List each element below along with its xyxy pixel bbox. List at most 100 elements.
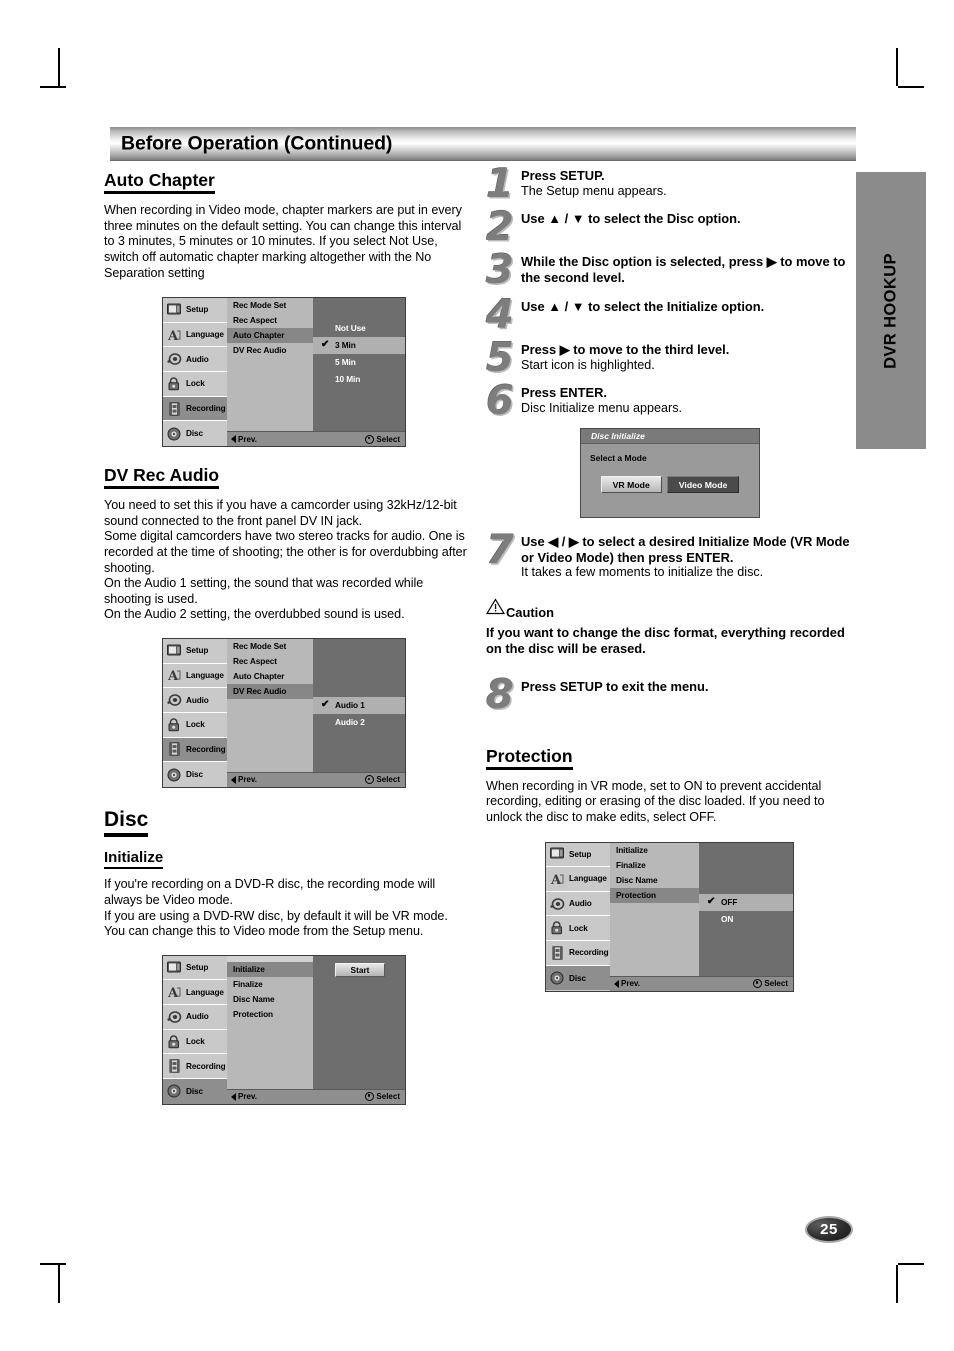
- osd-sidebar-item-lock[interactable]: Lock: [163, 372, 227, 397]
- osd-sidebar-item-lock[interactable]: Lock: [163, 713, 227, 738]
- speaker-icon: [167, 352, 182, 366]
- triangle-left-icon: [231, 435, 236, 444]
- osd-sidebar-item-disc[interactable]: Disc: [546, 965, 610, 991]
- start-button[interactable]: Start: [335, 962, 385, 977]
- osd-menu-item[interactable]: Auto Chapter: [227, 669, 313, 684]
- osd-sidebar-item-recording[interactable]: Recording: [546, 941, 610, 966]
- osd-sidebar-item-lock[interactable]: Lock: [163, 1030, 227, 1055]
- osd-sidebar-item-setup[interactable]: Setup: [163, 298, 227, 323]
- film-strip-icon: [167, 742, 182, 757]
- osd-menu-item[interactable]: Initialize: [610, 843, 699, 858]
- osd-sidebar-item-disc[interactable]: Disc: [163, 421, 227, 446]
- osd-sidebar-item-language[interactable]: A Language: [163, 664, 227, 689]
- osd-menu-item[interactable]: Rec Mode Set: [227, 639, 313, 654]
- section-tab-dvr-hookup: DVR HOOKUP: [856, 172, 926, 449]
- osd-sidebar-label: Language: [186, 330, 224, 340]
- osd-sidebar-item-audio[interactable]: Audio: [546, 892, 610, 917]
- osd-options-column: Start: [313, 955, 405, 1104]
- osd-option-selected[interactable]: ✔ OFF: [699, 893, 793, 911]
- osd-prev-hint[interactable]: Prev.: [231, 435, 257, 444]
- osd-menu-item[interactable]: Protection: [227, 1007, 313, 1022]
- protection-body: When recording in VR mode, set to ON to …: [486, 778, 825, 824]
- osd-option[interactable]: Not Use: [313, 320, 405, 337]
- osd-select-hint[interactable]: Select: [365, 775, 400, 785]
- osd-prev-hint[interactable]: Prev.: [231, 775, 257, 784]
- osd-sidebar-item-setup[interactable]: Setup: [546, 843, 610, 868]
- padlock-icon: [167, 718, 182, 732]
- osd-select-hint[interactable]: Select: [365, 1092, 400, 1102]
- osd-sidebar-item-recording[interactable]: Recording: [163, 737, 227, 763]
- osd-menu-item[interactable]: Disc Name: [610, 873, 699, 888]
- page-number-badge: 25: [805, 1216, 853, 1243]
- osd-option-label: Not Use: [335, 323, 366, 334]
- letter-a-icon: A: [167, 328, 182, 344]
- osd-screenshot-initialize: Setup A Language Audio Lock Recording Di…: [162, 954, 406, 1105]
- vr-mode-button[interactable]: VR Mode: [600, 476, 662, 493]
- osd-sidebar-item-language[interactable]: A Language: [546, 867, 610, 892]
- auto-chapter-heading: Auto Chapter: [104, 170, 215, 195]
- page-title: Before Operation (Continued): [121, 132, 393, 154]
- osd-sidebar-item-lock[interactable]: Lock: [546, 916, 610, 942]
- osd-sidebar-item-language[interactable]: A Language: [163, 323, 227, 348]
- osd-select-hint[interactable]: Select: [365, 434, 400, 444]
- osd-prev-hint[interactable]: Prev.: [614, 979, 640, 988]
- osd-menu-item-selected[interactable]: Auto Chapter: [227, 328, 313, 344]
- osd-footer: Prev. Select: [227, 431, 405, 447]
- osd-sidebar-label: Recording: [186, 404, 226, 414]
- osd-select-hint[interactable]: Select: [753, 979, 788, 988]
- numbered-steps-list: 1 Press SETUP. The Setup menu appears. 2…: [486, 164, 856, 421]
- osd-sidebar-label: Disc: [569, 973, 586, 983]
- osd-sidebar-item-recording[interactable]: Recording: [163, 1054, 227, 1080]
- osd-screenshot-dv-rec-audio: Setup A Language Audio Lock Recording Di…: [162, 637, 406, 788]
- osd-option-selected[interactable]: ✔ Audio 1: [313, 696, 405, 714]
- osd-menu-item-selected[interactable]: Protection: [610, 887, 699, 903]
- initialize-heading: Initialize: [104, 849, 164, 870]
- osd-sidebar-item-audio[interactable]: Audio: [163, 688, 227, 713]
- tv-icon: [550, 847, 565, 861]
- osd-sidebar-item-setup[interactable]: Setup: [163, 956, 227, 981]
- enter-circle-icon: [365, 434, 375, 444]
- osd-sidebar-label: Lock: [186, 379, 205, 389]
- osd-sidebar-item-disc[interactable]: Disc: [163, 762, 227, 787]
- osd-menu-item[interactable]: Finalize: [610, 858, 699, 873]
- osd-menu-item[interactable]: Disc Name: [227, 992, 313, 1007]
- step-bold-text: Press ENTER.: [521, 385, 607, 400]
- step-number: 8: [486, 671, 514, 718]
- osd-option[interactable]: 5 Min: [313, 354, 405, 371]
- step-number: 4: [486, 292, 514, 338]
- crop-mark-bottom-left-vertical: [58, 1265, 60, 1303]
- osd-sidebar-label: Recording: [569, 948, 609, 958]
- osd-option-selected[interactable]: ✔ 3 Min: [313, 337, 405, 355]
- osd-prev-hint[interactable]: Prev.: [231, 1092, 257, 1101]
- check-icon: ✔: [707, 895, 716, 907]
- osd-menu-item-selected[interactable]: DV Rec Audio: [227, 683, 313, 699]
- osd-sidebar-item-language[interactable]: A Language: [163, 980, 227, 1006]
- osd-option[interactable]: Audio 2: [313, 714, 405, 731]
- osd-sidebar-item-audio[interactable]: Audio: [163, 1005, 227, 1030]
- osd-sidebar-item-audio[interactable]: Audio: [163, 347, 227, 373]
- step-number: 7: [486, 527, 514, 573]
- step-number: 1: [486, 161, 514, 207]
- osd-menu-item[interactable]: Rec Aspect: [227, 313, 313, 328]
- auto-chapter-body: When recording in Video mode, chapter ma…: [104, 203, 462, 280]
- tv-icon: [167, 644, 182, 658]
- osd-menu-item[interactable]: Rec Aspect: [227, 654, 313, 669]
- osd-options-column: ✔ Audio 1 Audio 2: [313, 638, 405, 787]
- osd-menu-column: Initialize Finalize Disc Name Protection: [227, 955, 313, 1104]
- crop-mark-bottom-right-horizontal: [898, 1263, 924, 1265]
- osd-menu-item[interactable]: DV Rec Audio: [227, 343, 313, 358]
- film-strip-icon: [550, 946, 565, 960]
- osd-screenshot-auto-chapter: Setup A Language Audio Lock Recording Di…: [162, 297, 406, 448]
- osd-menu-item[interactable]: Rec Mode Set: [227, 298, 313, 313]
- speaker-icon: [550, 897, 565, 911]
- osd-sidebar-item-recording[interactable]: Recording: [163, 396, 227, 422]
- osd-option[interactable]: 10 Min: [313, 371, 405, 388]
- step-item: 4 Use ▲ / ▼ to select the Initialize opt…: [486, 295, 856, 335]
- video-mode-button[interactable]: Video Mode: [666, 476, 740, 493]
- osd-sidebar-item-setup[interactable]: Setup: [163, 639, 227, 664]
- osd-menu-item[interactable]: Finalize: [227, 977, 313, 992]
- osd-sidebar-item-disc[interactable]: Disc: [163, 1079, 227, 1104]
- osd-menu-item-selected[interactable]: Initialize: [227, 961, 313, 977]
- osd-option[interactable]: ON: [699, 911, 793, 928]
- dialog-title-bar: Disc Initialize: [581, 429, 759, 444]
